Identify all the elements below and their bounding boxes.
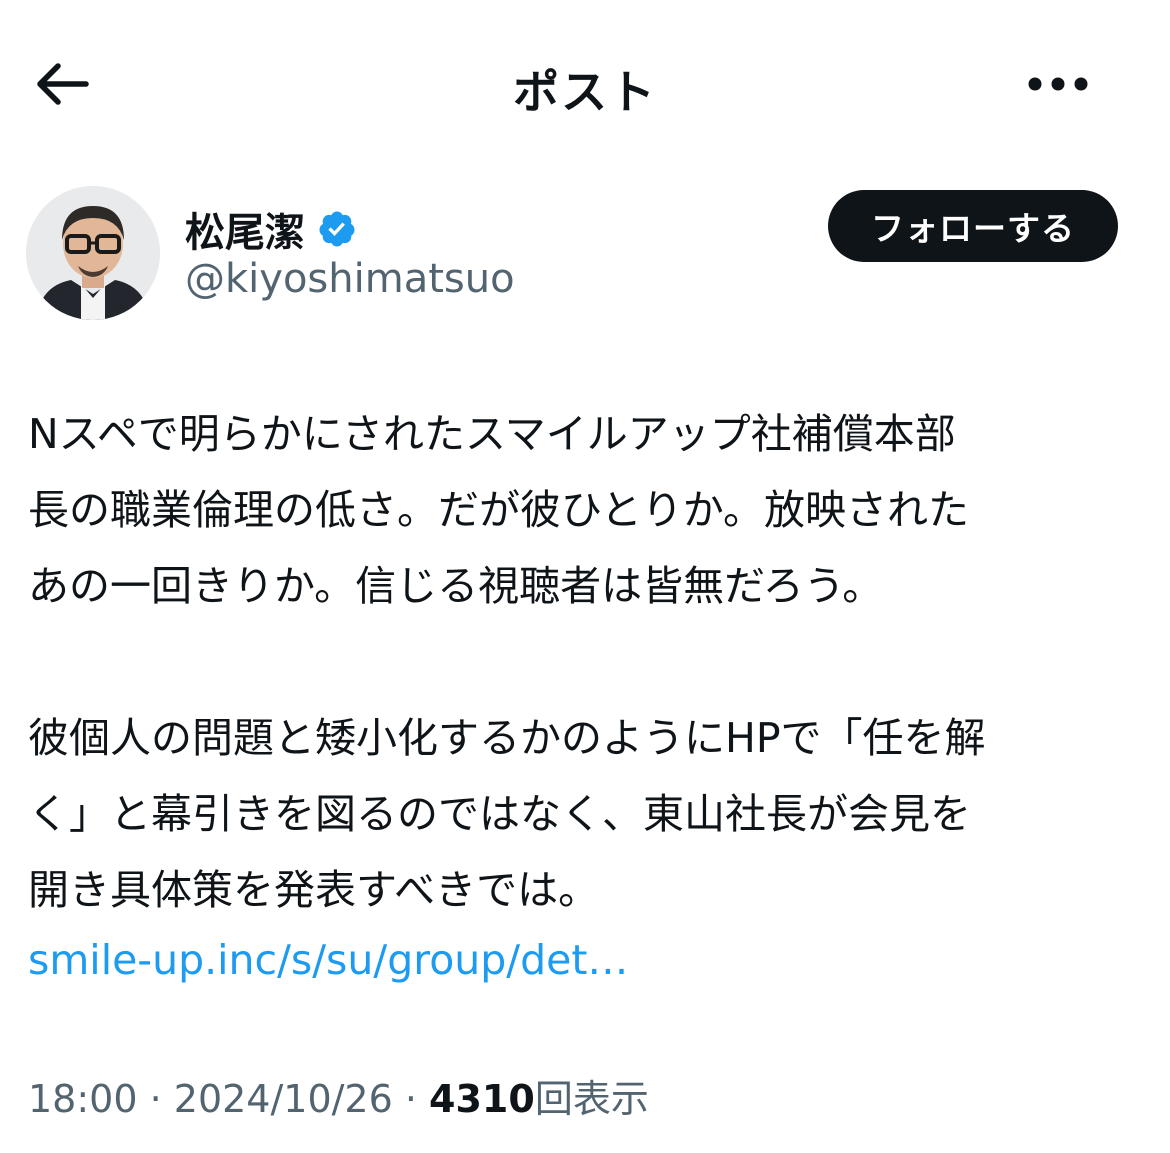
post-line: く」と幕引きを図るのではなく、東山社長が会見を	[28, 790, 971, 838]
meta-separator: ·	[137, 1077, 174, 1121]
post-line: Nスペで明らかにされたスマイルアップ社補償本部	[28, 410, 956, 458]
post-line: 彼個人の問題と矮小化するかのようにHPで「任を解	[28, 714, 986, 762]
post-text: Nスペで明らかにされたスマイルアップ社補償本部 長の職業倫理の低さ。だが彼ひとり…	[28, 396, 1148, 928]
author-name[interactable]: 松尾潔	[185, 200, 305, 258]
post-line: 長の職業倫理の低さ。だが彼ひとりか。放映された	[28, 486, 969, 534]
author-handle[interactable]: @kiyoshimatsuo	[185, 256, 515, 302]
post-line: あの一回きりか。信じる視聴者は皆無だろう。	[28, 562, 884, 610]
post-line: 開き具体策を発表すべきでは。	[28, 866, 600, 914]
post-time[interactable]: 18:00	[28, 1077, 138, 1121]
post-link[interactable]: smile-up.inc/s/su/group/det…	[28, 922, 628, 998]
follow-button[interactable]: フォローする	[828, 190, 1118, 262]
avatar-portrait	[26, 186, 160, 320]
author-name-row: 松尾潔	[185, 200, 357, 258]
more-options-button[interactable]	[1018, 54, 1098, 114]
page-title: ポスト	[513, 65, 657, 119]
post-date[interactable]: 2024/10/26	[174, 1077, 393, 1121]
views-count: 4310	[429, 1077, 535, 1121]
more-horizontal-icon	[1028, 77, 1088, 91]
meta-separator: ·	[392, 1077, 430, 1121]
views-label: 回表示	[534, 1077, 649, 1121]
top-bar: ポスト	[0, 0, 1170, 170]
post-meta: 18:00 · 2024/10/26 · 4310回表示	[28, 1068, 649, 1123]
verified-badge-icon	[319, 211, 355, 247]
avatar[interactable]	[26, 186, 160, 320]
